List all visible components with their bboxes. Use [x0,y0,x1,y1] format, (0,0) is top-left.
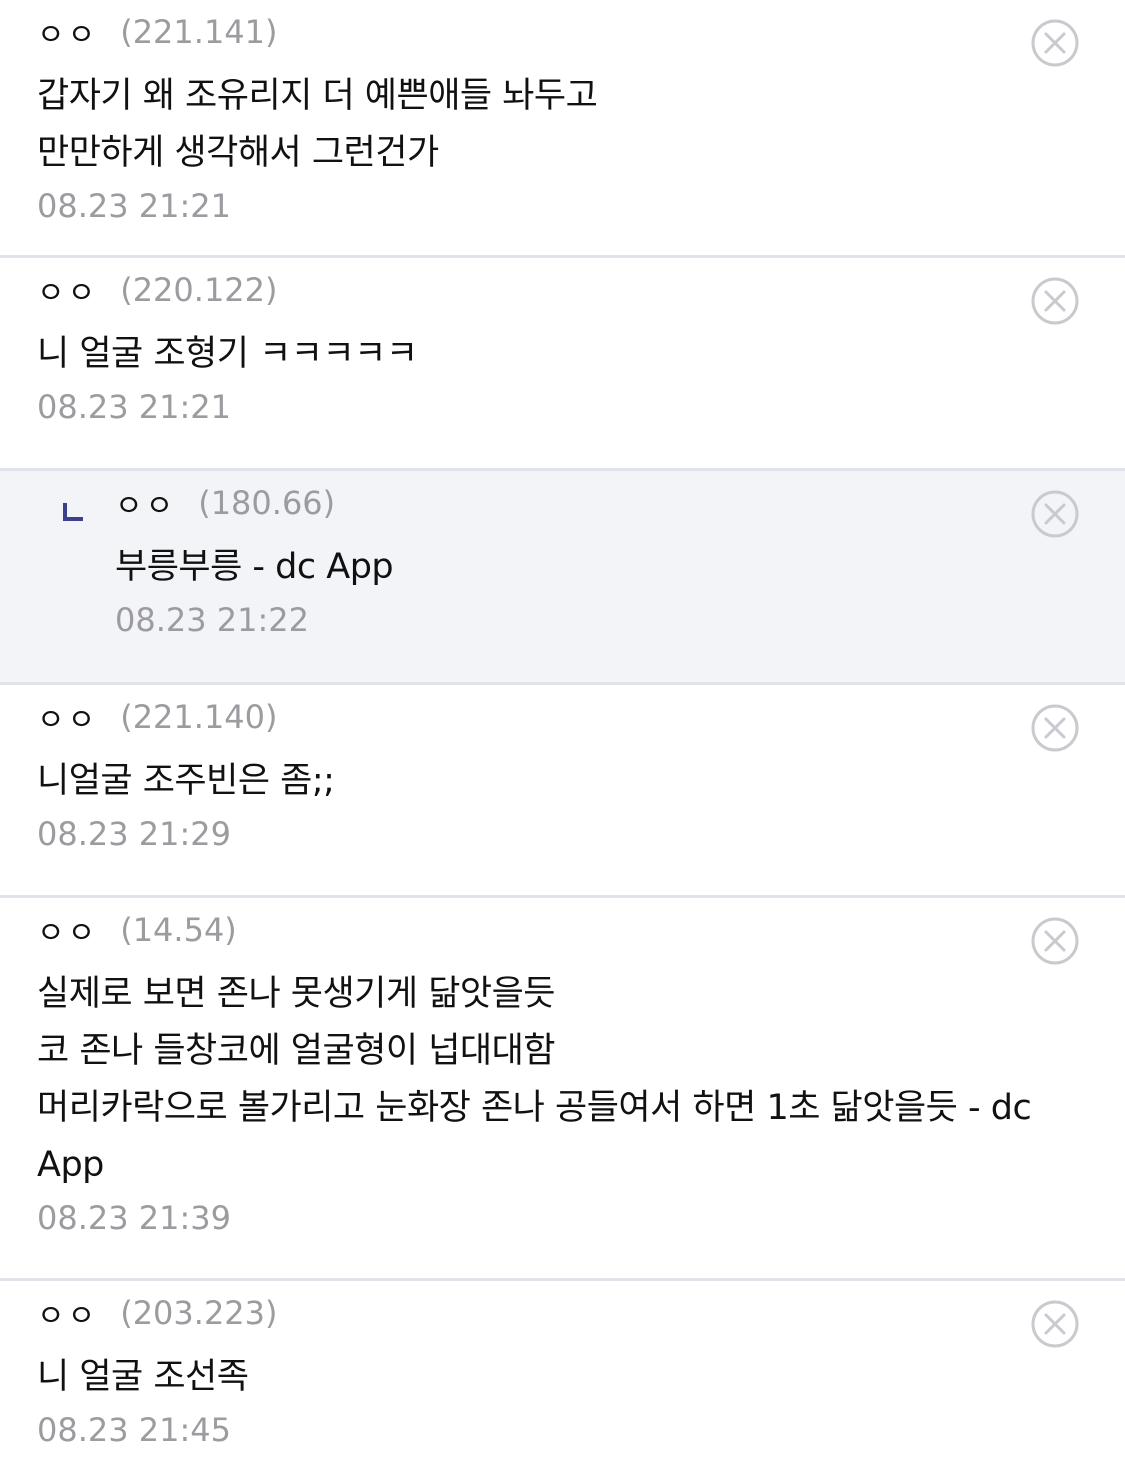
comment-date: 08.23 21:29 [37,815,231,853]
comment-ip: (221.140) [120,698,278,736]
comment-nickname[interactable]: ㅇㅇ [37,10,98,54]
comment-ip: (180.66) [198,484,336,522]
delete-comment-button[interactable] [1030,1299,1080,1349]
comment-item: ㅇㅇ (203.223) 니 얼굴 조선족 08.23 21:45 [0,1281,1125,1479]
close-circle-icon [1031,704,1079,752]
comment-nickname[interactable]: ㅇㅇ [37,1291,98,1335]
comment-list: ㅇㅇ (221.141) 갑자기 왜 조유리지 더 예쁜애들 놔두고 만만하게 … [0,0,1125,1479]
reply-arrow-icon [63,503,83,521]
comment-item: ㅇㅇ (220.122) 니 얼굴 조형기 ㅋㅋㅋㅋㅋ 08.23 21:21 [0,258,1125,471]
delete-comment-button[interactable] [1030,276,1080,326]
comment-item: ㅇㅇ (221.140) 니얼굴 조주빈은 좀;; 08.23 21:29 [0,685,1125,898]
comment-text: 니얼굴 조주빈은 좀;; [37,761,335,801]
comment-meta: ㅇㅇ (221.140) [37,693,1035,741]
comment-nickname[interactable]: ㅇㅇ [37,695,98,739]
close-circle-icon [1031,19,1079,67]
comment-ip: (203.223) [120,1294,278,1332]
comment-date: 08.23 21:21 [37,388,231,426]
delete-comment-button[interactable] [1030,916,1080,966]
comment-nickname[interactable]: ㅇㅇ [37,268,98,312]
comment-nickname[interactable]: ㅇㅇ [115,481,176,525]
comment-text: 니 얼굴 조형기 ㅋㅋㅋㅋㅋ [37,334,418,374]
comment-meta: ㅇㅇ (180.66) [115,479,1035,527]
comment-date: 08.23 21:21 [37,187,231,225]
comment-item: ㅇㅇ (14.54) 실제로 보면 존나 못생기게 닮앗을듯 코 존나 들창코에… [0,898,1125,1281]
reply-comment-item: ㅇㅇ (180.66) 부릉부릉 - dc App 08.23 21:22 [0,471,1125,685]
close-circle-icon [1031,917,1079,965]
comment-date: 08.23 21:39 [37,1199,231,1237]
comment-text: 갑자기 왜 조유리지 더 예쁜애들 놔두고 만만하게 생각해서 그런건가 [37,76,598,173]
comment-meta: ㅇㅇ (203.223) [37,1289,1035,1337]
comment-text: 니 얼굴 조선족 [37,1357,249,1397]
comment-ip: (221.141) [120,13,278,51]
comment-ip: (220.122) [120,271,278,309]
close-circle-icon [1031,277,1079,325]
comment-date: 08.23 21:45 [37,1411,231,1449]
comment-ip: (14.54) [120,911,237,949]
comment-item: ㅇㅇ (221.141) 갑자기 왜 조유리지 더 예쁜애들 놔두고 만만하게 … [0,0,1125,258]
comment-meta: ㅇㅇ (220.122) [37,266,1035,314]
comment-nickname[interactable]: ㅇㅇ [37,908,98,952]
delete-comment-button[interactable] [1030,18,1080,68]
close-circle-icon [1031,490,1079,538]
comment-meta: ㅇㅇ (221.141) [37,8,1035,56]
comment-text: 실제로 보면 존나 못생기게 닮앗을듯 코 존나 들창코에 얼굴형이 넙대대함 … [37,974,1032,1185]
comment-date: 08.23 21:22 [115,601,309,639]
close-circle-icon [1031,1300,1079,1348]
delete-comment-button[interactable] [1030,703,1080,753]
comment-meta: ㅇㅇ (14.54) [37,906,1035,954]
comment-text: 부릉부릉 - dc App [115,547,394,587]
delete-comment-button[interactable] [1030,489,1080,539]
